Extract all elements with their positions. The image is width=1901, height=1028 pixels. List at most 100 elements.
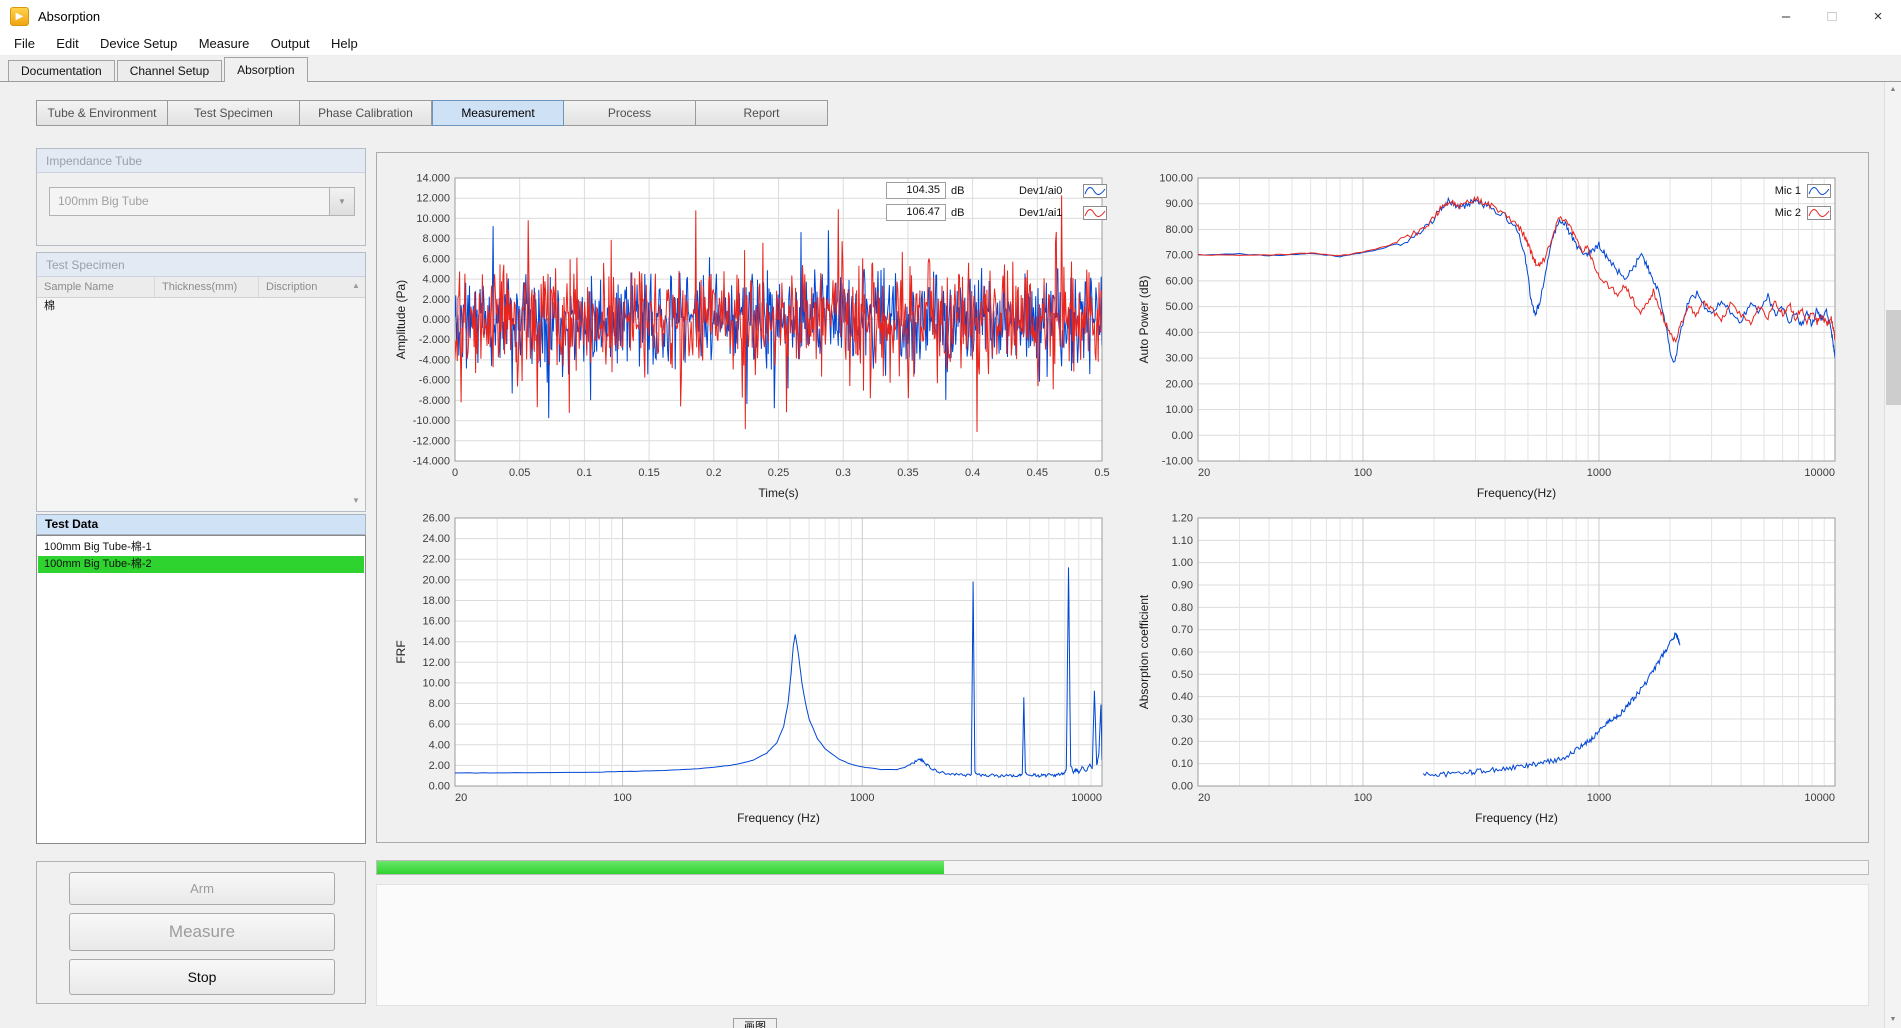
svg-text:0.00: 0.00 (429, 781, 450, 793)
legend-label-dev1-ai0: Dev1/ai0 (1019, 185, 1077, 197)
svg-text:14.000: 14.000 (416, 173, 450, 185)
subtab-report[interactable]: Report (696, 100, 828, 126)
measure-button[interactable]: Measure (69, 913, 335, 951)
menu-edit[interactable]: Edit (47, 33, 87, 56)
waveform-icon-red[interactable] (1083, 206, 1107, 220)
chart-absorption-coefficient[interactable]: 0.000.100.200.300.400.500.600.700.800.90… (1134, 500, 1845, 832)
svg-text:1.20: 1.20 (1172, 513, 1193, 525)
svg-text:FRF: FRF (394, 640, 408, 663)
svg-text:1.10: 1.10 (1172, 535, 1193, 547)
svg-text:10000: 10000 (1804, 792, 1835, 804)
vertical-scrollbar[interactable]: ▲ ▼ (1884, 82, 1901, 1028)
svg-text:0.15: 0.15 (638, 467, 659, 479)
svg-text:Frequency (Hz): Frequency (Hz) (1475, 811, 1558, 825)
menu-help[interactable]: Help (322, 33, 367, 56)
svg-text:26.00: 26.00 (422, 513, 450, 525)
subtab-tube-environment[interactable]: Tube & Environment (36, 100, 168, 126)
svg-text:0.45: 0.45 (1027, 467, 1048, 479)
svg-text:0.3: 0.3 (836, 467, 851, 479)
subtab-measurement[interactable]: Measurement (432, 100, 564, 126)
menu-output[interactable]: Output (262, 33, 319, 56)
svg-text:70.00: 70.00 (1165, 250, 1193, 262)
svg-text:0.2: 0.2 (706, 467, 721, 479)
specimen-table-row[interactable]: 棉 (37, 298, 365, 315)
subtab-test-specimen[interactable]: Test Specimen (168, 100, 300, 126)
svg-text:22.00: 22.00 (422, 554, 450, 566)
chart-frf[interactable]: 0.002.004.006.008.0010.0012.0014.0016.00… (391, 500, 1112, 832)
svg-text:1000: 1000 (1587, 467, 1611, 479)
svg-text:0.10: 0.10 (1172, 758, 1193, 770)
menu-measure[interactable]: Measure (190, 33, 259, 56)
waveform-icon-mic1[interactable] (1807, 184, 1831, 198)
status-area (376, 884, 1869, 1006)
svg-text:40.00: 40.00 (1165, 327, 1193, 339)
test-data-list[interactable]: 100mm Big Tube-棉-1 100mm Big Tube-棉-2 (36, 535, 366, 844)
svg-text:-10.00: -10.00 (1162, 456, 1193, 468)
svg-text:10.000: 10.000 (416, 213, 450, 225)
column-sample-name: Sample Name (37, 277, 155, 297)
close-button[interactable]: × (1855, 0, 1901, 33)
svg-text:6.000: 6.000 (422, 253, 450, 265)
svg-text:0.40: 0.40 (1172, 691, 1193, 703)
tube-select[interactable]: 100mm Big Tube ▼ (49, 187, 355, 216)
scroll-down-icon[interactable]: ▼ (350, 496, 362, 505)
channel0-level-unit: dB (951, 185, 969, 197)
svg-text:1.00: 1.00 (1172, 557, 1193, 569)
scroll-up-icon[interactable]: ▲ (350, 281, 362, 290)
progress-fill (377, 861, 944, 874)
svg-text:0.25: 0.25 (768, 467, 789, 479)
svg-text:16.00: 16.00 (422, 616, 450, 628)
tab-absorption[interactable]: Absorption (224, 57, 307, 82)
maximize-button[interactable]: □ (1809, 0, 1855, 33)
test-specimen-title: Test Specimen (37, 253, 365, 277)
main-tab-strip: Documentation Channel Setup Absorption (0, 56, 1901, 82)
channel1-level-value: 106.47 (886, 204, 946, 221)
stop-button[interactable]: Stop (69, 959, 335, 995)
scrollbar-up-icon[interactable]: ▲ (1885, 82, 1901, 98)
svg-text:0.80: 0.80 (1172, 602, 1193, 614)
play-icon: ▶ (16, 11, 24, 22)
svg-text:-2.000: -2.000 (419, 334, 450, 346)
tab-documentation[interactable]: Documentation (8, 60, 115, 81)
test-specimen-group: Test Specimen Sample Name Thickness(mm) … (36, 252, 366, 512)
menu-file[interactable]: File (5, 33, 44, 56)
tube-select-dropdown-button[interactable]: ▼ (329, 188, 354, 215)
svg-text:12.00: 12.00 (422, 657, 450, 669)
test-data-item-selected[interactable]: 100mm Big Tube-棉-2 (38, 556, 364, 573)
scrollbar-down-icon[interactable]: ▼ (1885, 1012, 1901, 1028)
scrollbar-thumb[interactable] (1886, 310, 1901, 405)
subtab-phase-calibration[interactable]: Phase Calibration (300, 100, 432, 126)
specimen-table-body[interactable]: 棉 (37, 298, 365, 511)
subtab-process[interactable]: Process (564, 100, 696, 126)
window-title: Absorption (38, 0, 100, 33)
svg-text:12.000: 12.000 (416, 193, 450, 205)
svg-text:18.00: 18.00 (422, 595, 450, 607)
svg-text:Time(s): Time(s) (758, 486, 798, 500)
chevron-down-icon: ▼ (338, 197, 346, 206)
svg-text:10000: 10000 (1804, 467, 1835, 479)
specimen-thickness (155, 298, 259, 315)
tab-draw[interactable]: 画图 (733, 1018, 777, 1028)
test-data-header: Test Data (36, 514, 366, 535)
channel0-level-value: 104.35 (886, 182, 946, 199)
svg-text:0.00: 0.00 (1172, 430, 1193, 442)
svg-text:0.60: 0.60 (1172, 647, 1193, 659)
arm-button[interactable]: Arm (69, 872, 335, 905)
tube-select-value: 100mm Big Tube (50, 188, 354, 215)
svg-text:0.50: 0.50 (1172, 669, 1193, 681)
tab-channel-setup[interactable]: Channel Setup (117, 60, 222, 81)
svg-text:4.000: 4.000 (422, 274, 450, 286)
menu-bar: File Edit Device Setup Measure Output He… (0, 33, 1901, 56)
svg-text:50.00: 50.00 (1165, 301, 1193, 313)
minimize-button[interactable]: – (1763, 0, 1809, 33)
waveform-icon-mic2[interactable] (1807, 206, 1831, 220)
svg-text:8.000: 8.000 (422, 233, 450, 245)
waveform-icon-blue[interactable] (1083, 184, 1107, 198)
svg-text:10.00: 10.00 (1165, 404, 1193, 416)
chart-auto-power[interactable]: -10.000.0010.0020.0030.0040.0050.0060.00… (1134, 160, 1845, 507)
svg-text:100: 100 (1354, 792, 1372, 804)
test-data-item[interactable]: 100mm Big Tube-棉-1 (38, 539, 364, 556)
menu-device-setup[interactable]: Device Setup (91, 33, 186, 56)
svg-text:0.4: 0.4 (965, 467, 980, 479)
svg-text:0: 0 (452, 467, 458, 479)
